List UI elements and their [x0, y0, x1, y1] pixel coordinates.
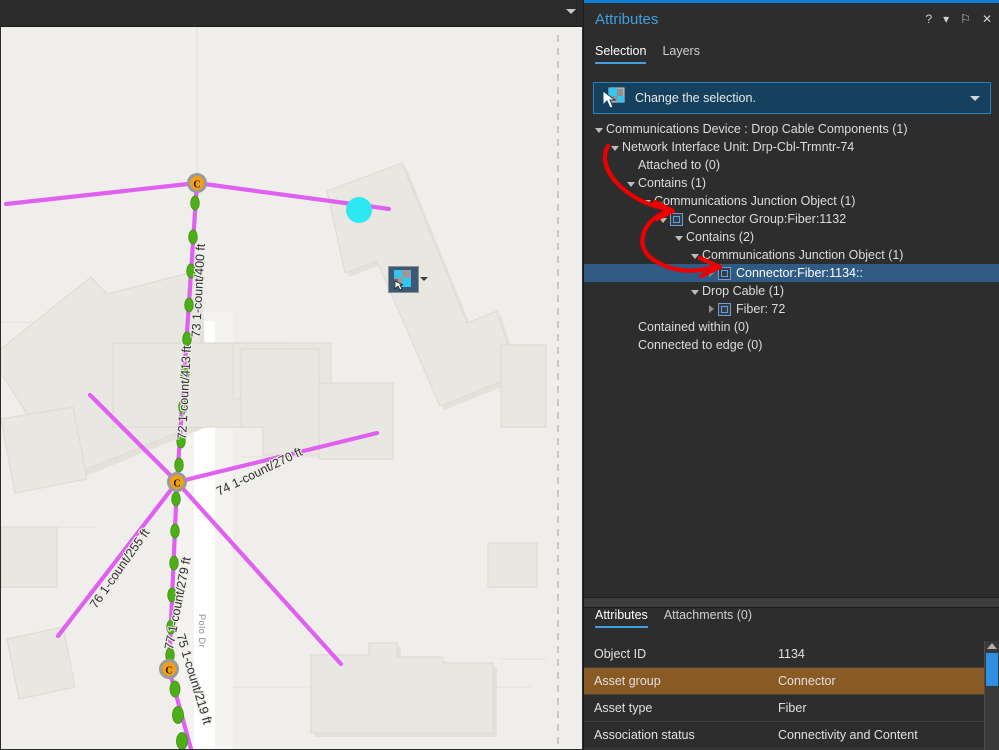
- panel-splitter[interactable]: [584, 597, 999, 608]
- close-icon[interactable]: ✕: [982, 13, 992, 25]
- bottom-tabs: Attributes Attachments (0): [584, 608, 999, 634]
- tree-node-label: Connector Group:Fiber:1132: [688, 212, 847, 226]
- selection-tree[interactable]: Communications Device : Drop Cable Compo…: [584, 120, 999, 580]
- panel-titlebar-icons: ? ▾ ⚐ ✕: [925, 13, 992, 25]
- tree-node-label: Communications Junction Object (1): [654, 194, 856, 208]
- attribute-key: Association status: [594, 728, 695, 742]
- expand-arrow-down-icon[interactable]: [592, 127, 606, 133]
- attribute-row[interactable]: Object ID 1134: [584, 641, 999, 668]
- tree-node-label: Connector:Fiber:1134::: [736, 266, 863, 280]
- chevron-down-icon[interactable]: ▾: [943, 13, 949, 25]
- tab-layers[interactable]: Layers: [662, 44, 700, 64]
- chevron-down-icon[interactable]: [566, 9, 576, 14]
- expand-arrow-down-icon[interactable]: [640, 199, 654, 205]
- expand-arrow-down-icon[interactable]: [688, 253, 702, 259]
- panel-tabs: Selection Layers: [584, 44, 999, 72]
- attribute-key: Asset group: [594, 674, 661, 688]
- feature-icon: [718, 266, 731, 280]
- tree-node[interactable]: Communications Junction Object (1): [584, 246, 999, 264]
- svg-text:C: C: [173, 479, 180, 490]
- svg-text:C: C: [165, 666, 172, 677]
- chevron-down-icon[interactable]: [420, 277, 428, 281]
- expand-arrow-down-icon[interactable]: [688, 289, 702, 295]
- select-by-rectangle-icon: [601, 87, 627, 109]
- select-features-widget[interactable]: [388, 266, 419, 293]
- help-icon[interactable]: ?: [925, 13, 932, 25]
- expand-arrow-right-icon[interactable]: [704, 269, 718, 277]
- tree-node-label: Attached to (0): [638, 158, 720, 172]
- tree-node-label: Drop Cable (1): [702, 284, 784, 298]
- panel-title: Attributes: [595, 11, 659, 28]
- attributes-panel: Attributes ? ▾ ⚐ ✕ Selection Layers Chan…: [583, 0, 999, 750]
- arcgis-pro-window: .bldg { fill:#e8e7e1; stroke:#dedcd4; st…: [0, 0, 999, 750]
- attribute-value[interactable]: 1134: [774, 647, 999, 661]
- attribute-row[interactable]: Asset type Fiber: [584, 695, 999, 722]
- feature-icon: [670, 212, 683, 226]
- select-features-widget-icon: [394, 270, 411, 291]
- change-selection-bar[interactable]: Change the selection.: [593, 82, 991, 114]
- expand-arrow-down-icon[interactable]: [608, 145, 622, 151]
- tree-node-label: Contains (1): [638, 176, 707, 190]
- tab-attachments[interactable]: Attachments (0): [664, 608, 752, 628]
- tree-node-label: Contained within (0): [638, 320, 750, 334]
- tree-node[interactable]: Attached to (0): [584, 156, 999, 174]
- attribute-row[interactable]: Asset group Connector: [584, 668, 999, 695]
- map-pane: .bldg { fill:#e8e7e1; stroke:#dedcd4; st…: [0, 0, 583, 750]
- svg-text:C: C: [193, 180, 200, 191]
- panel-accent-bar: [584, 0, 999, 3]
- map-canvas[interactable]: .bldg { fill:#e8e7e1; stroke:#dedcd4; st…: [1, 27, 582, 749]
- tab-selection[interactable]: Selection: [595, 44, 647, 64]
- tree-node[interactable]: Drop Cable (1): [584, 282, 999, 300]
- attribute-key: Asset type: [594, 701, 653, 715]
- attributes-table: Object ID 1134 Asset group Connector Asset t…: [584, 641, 999, 750]
- tree-node-label: Communications Device : Drop Cable Compo…: [606, 122, 908, 136]
- street-label-polo-dr: Polo Dr: [197, 614, 207, 649]
- tree-node[interactable]: Contains (2): [584, 228, 999, 246]
- map-view-toolbar[interactable]: [0, 0, 583, 27]
- tree-node-selected[interactable]: Connector:Fiber:1134::: [584, 264, 999, 282]
- tree-node[interactable]: Contains (1): [584, 174, 999, 192]
- tree-node-label: Connected to edge (0): [638, 338, 763, 352]
- feature-icon: [718, 302, 731, 316]
- attribute-row[interactable]: Association status Connectivity and Conte…: [584, 722, 999, 749]
- tab-attributes[interactable]: Attributes: [595, 608, 648, 628]
- pin-icon[interactable]: ⚐: [960, 13, 971, 25]
- attribute-value[interactable]: Fiber: [774, 701, 999, 715]
- attributes-scrollbar[interactable]: [984, 641, 999, 750]
- attribute-key: Object ID: [594, 647, 647, 661]
- tree-node[interactable]: Fiber: 72: [584, 300, 999, 318]
- tree-node[interactable]: Network Interface Unit: Drp-Cbl-Trmntr-7…: [584, 138, 999, 156]
- expand-arrow-right-icon[interactable]: [704, 305, 718, 313]
- tree-node[interactable]: Connector Group:Fiber:1132: [584, 210, 999, 228]
- tree-node[interactable]: Connected to edge (0): [584, 336, 999, 354]
- expand-arrow-down-icon[interactable]: [672, 235, 686, 241]
- expand-arrow-down-icon[interactable]: [656, 217, 670, 223]
- map-graphics: .bldg { fill:#e8e7e1; stroke:#dedcd4; st…: [1, 27, 582, 749]
- scroll-up-arrow-icon[interactable]: [987, 643, 997, 649]
- tree-node[interactable]: Communications Device : Drop Cable Compo…: [584, 120, 999, 138]
- tree-node-label: Communications Junction Object (1): [702, 248, 904, 262]
- tree-node-label: Fiber: 72: [736, 302, 786, 316]
- attribute-value[interactable]: Connectivity and Content: [774, 728, 999, 742]
- chevron-down-icon[interactable]: [970, 96, 980, 101]
- attribute-value[interactable]: Connector: [774, 674, 999, 688]
- tree-node-label: Contains (2): [686, 230, 755, 244]
- tree-node-label: Network Interface Unit: Drp-Cbl-Trmntr-7…: [622, 140, 855, 154]
- tree-node[interactable]: Communications Junction Object (1): [584, 192, 999, 210]
- expand-arrow-down-icon[interactable]: [624, 181, 638, 187]
- tree-node[interactable]: Contained within (0): [584, 318, 999, 336]
- scrollbar-thumb[interactable]: [986, 653, 998, 686]
- change-selection-label: Change the selection.: [635, 91, 756, 105]
